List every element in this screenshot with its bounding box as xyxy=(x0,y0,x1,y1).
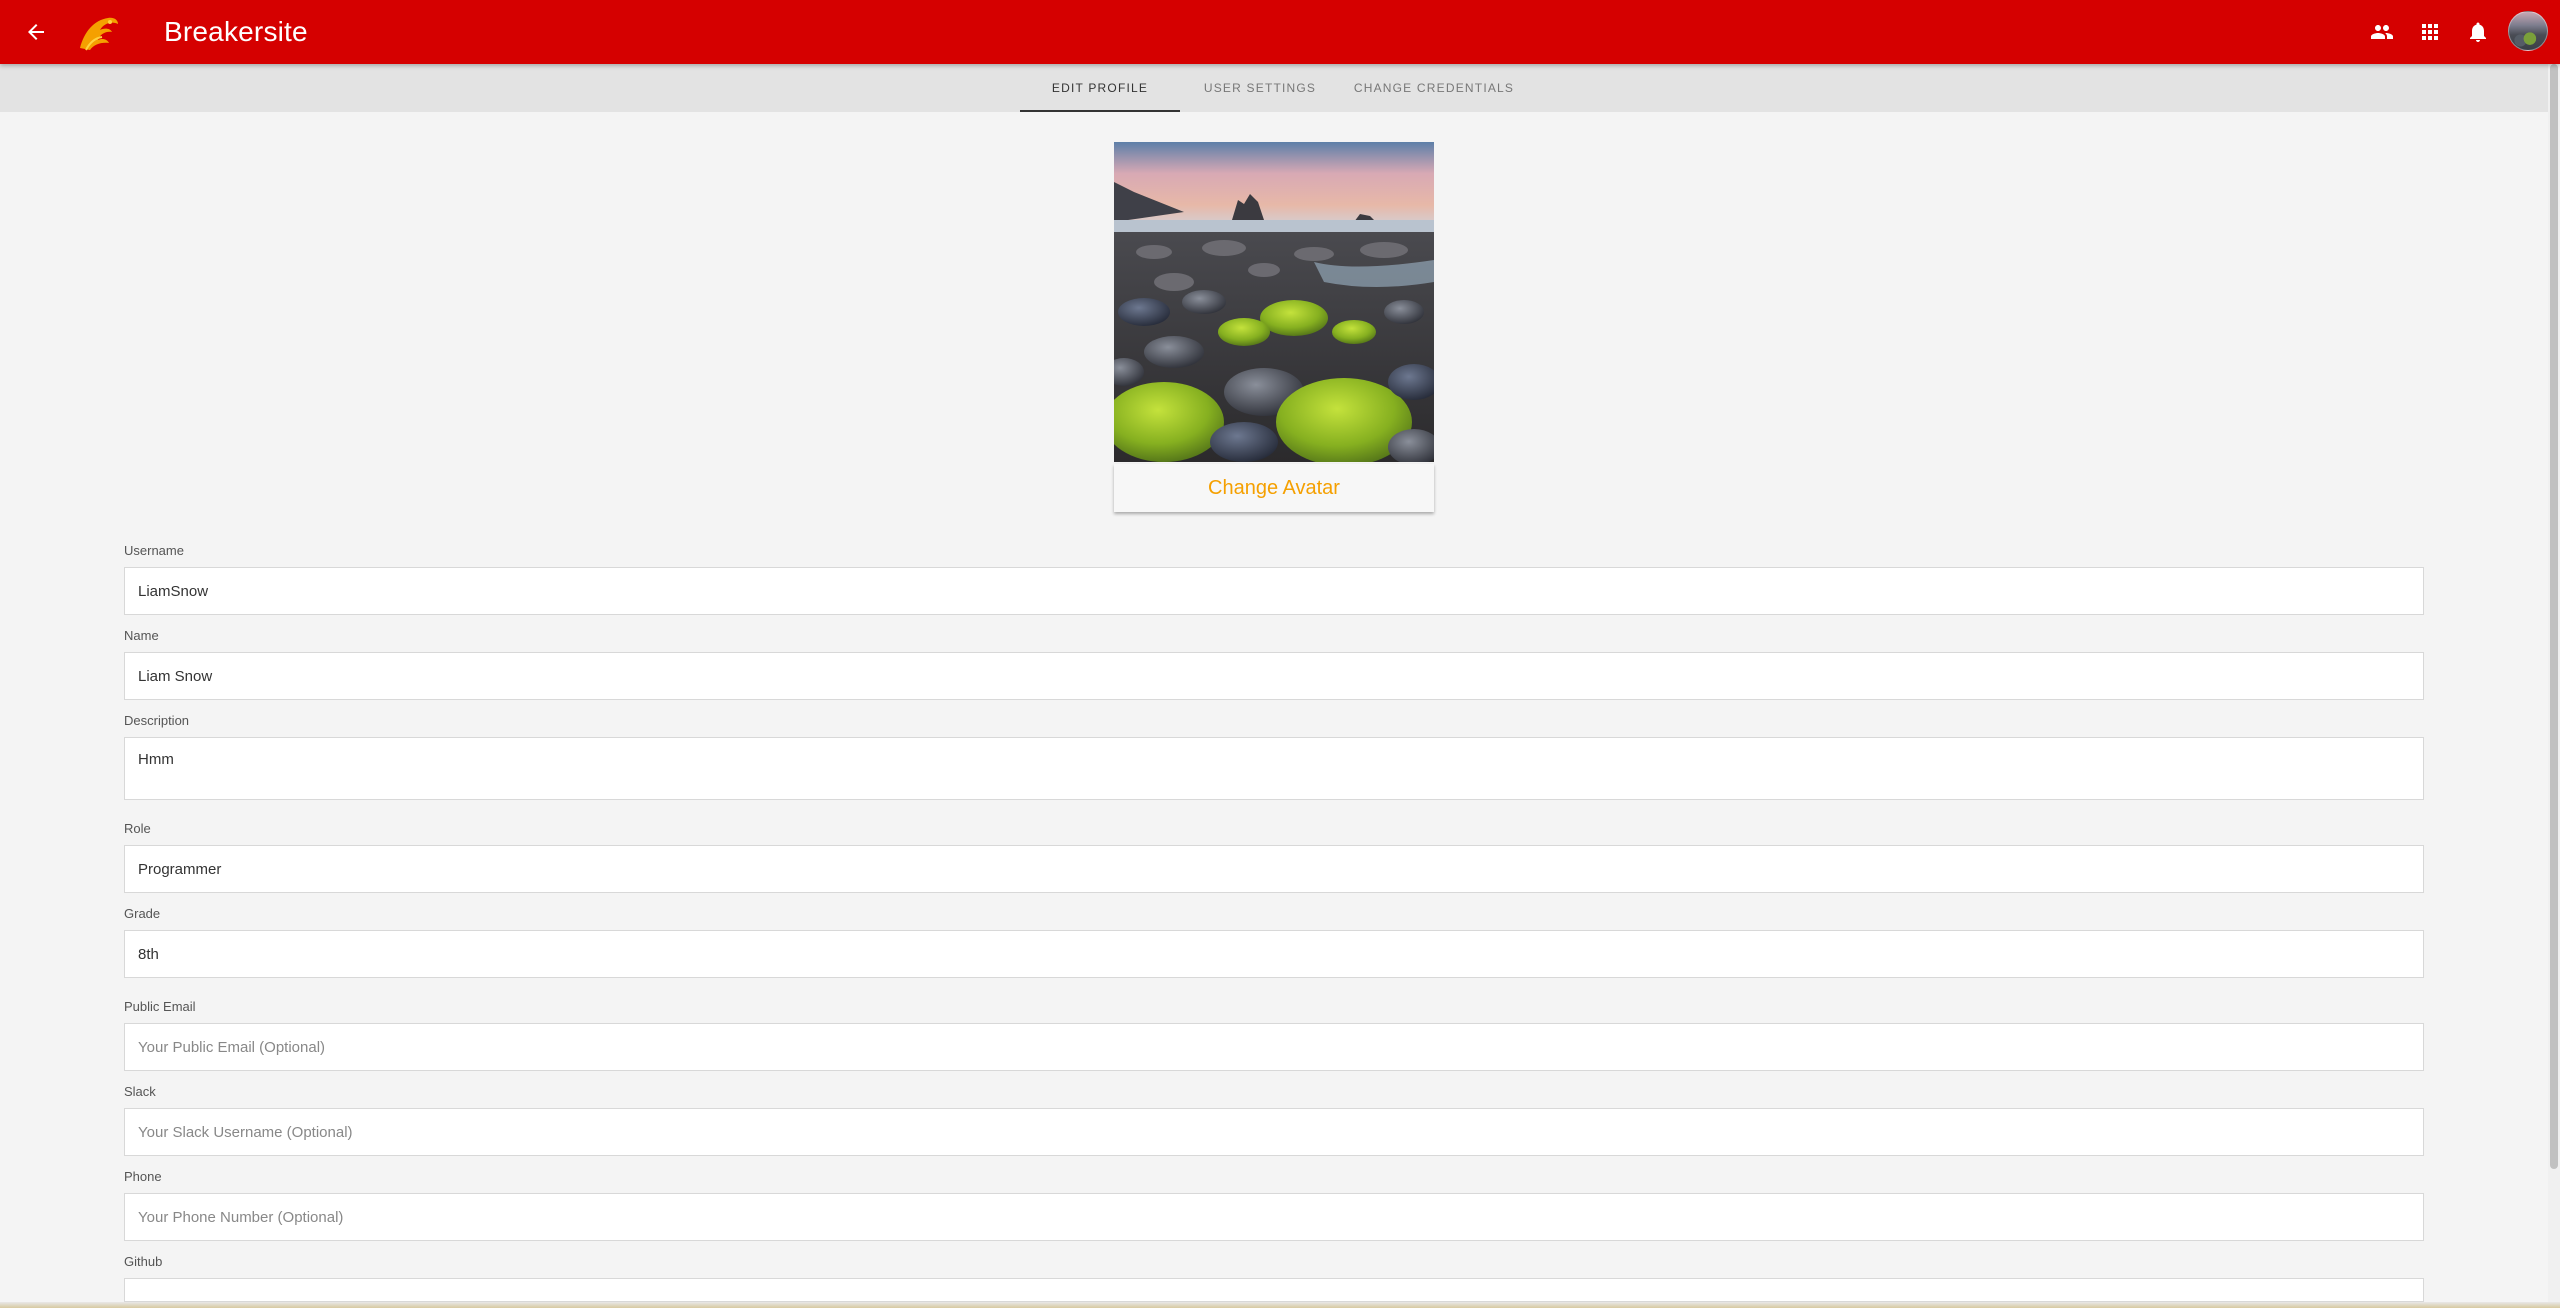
back-button[interactable] xyxy=(16,12,56,52)
description-textarea[interactable]: Hmm xyxy=(124,737,2424,800)
notifications-button[interactable] xyxy=(2458,12,2498,52)
name-label: Name xyxy=(124,628,159,643)
public-email-label: Public Email xyxy=(124,999,196,1014)
people-icon xyxy=(2371,25,2393,39)
apps-grid-icon xyxy=(2422,24,2438,40)
app-title: Breakersite xyxy=(164,16,308,47)
change-avatar-button[interactable]: Change Avatar xyxy=(1114,464,1434,512)
tab-bar: EDIT PROFILE USER SETTINGS CHANGE CREDEN… xyxy=(0,64,2548,112)
slack-label: Slack xyxy=(124,1084,156,1099)
apps-button[interactable] xyxy=(2410,12,2450,52)
name-input[interactable] xyxy=(124,652,2424,700)
user-avatar[interactable] xyxy=(2508,11,2548,51)
role-label: Role xyxy=(124,821,151,836)
page-bottom-edge xyxy=(0,1302,2560,1308)
github-label: Github xyxy=(124,1254,163,1269)
github-input[interactable] xyxy=(124,1278,2424,1302)
role-input[interactable] xyxy=(124,845,2424,893)
username-input[interactable] xyxy=(124,567,2424,615)
phone-label: Phone xyxy=(124,1169,162,1184)
app-bar: Breakersite xyxy=(0,0,2560,64)
arrow-left-icon xyxy=(28,24,44,40)
people-button[interactable] xyxy=(2362,12,2402,52)
avatar-image xyxy=(1114,142,1434,462)
grade-input[interactable] xyxy=(124,930,2424,978)
scrollbar[interactable] xyxy=(2548,64,2560,1308)
scrollbar-thumb[interactable] xyxy=(2550,64,2558,1169)
slack-input[interactable] xyxy=(124,1108,2424,1156)
tab-edit-profile[interactable]: EDIT PROFILE xyxy=(1020,64,1180,112)
tab-user-settings[interactable]: USER SETTINGS xyxy=(1180,64,1340,112)
tab-change-credentials[interactable]: CHANGE CREDENTIALS xyxy=(1340,64,1528,112)
grade-label: Grade xyxy=(124,906,161,921)
username-label: Username xyxy=(124,543,184,558)
bell-icon xyxy=(2470,22,2486,42)
description-label: Description xyxy=(124,713,190,728)
public-email-input[interactable] xyxy=(124,1023,2424,1071)
breaker-wave-logo[interactable] xyxy=(74,8,122,56)
phone-input[interactable] xyxy=(124,1193,2424,1241)
